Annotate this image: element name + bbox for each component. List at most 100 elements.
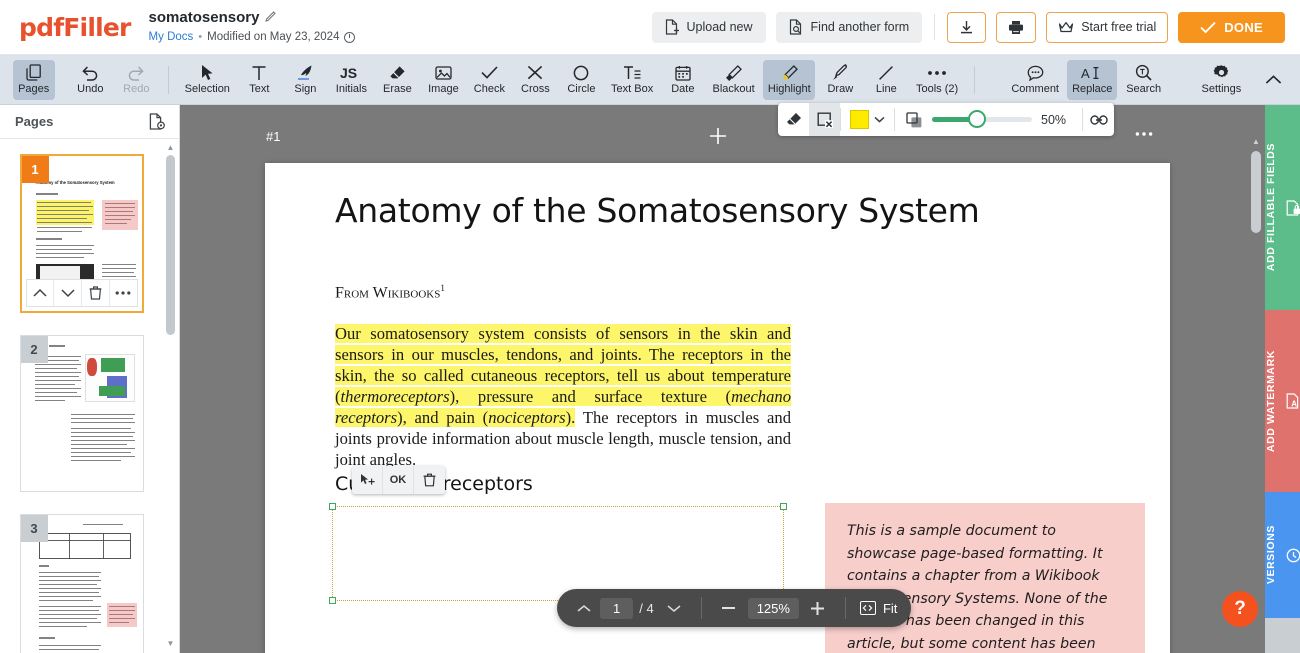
tool-label: Check [473,83,505,95]
download-button[interactable] [947,11,987,43]
tool-replace[interactable]: A Replace [1067,59,1118,100]
rail-tab-label: ADD FILLABLE FIELDS [1264,143,1277,272]
upload-new-button[interactable]: Upload new [651,11,766,43]
scrollbar-thumb[interactable] [1251,151,1261,233]
tool-undo[interactable]: Undo [69,60,111,100]
comment-icon [1027,64,1044,81]
page-thumbnail-1[interactable]: 1 Anatomy of the Somatosensory System [19,154,144,313]
confirm-annotation-button[interactable]: OK [383,466,414,494]
thumbnail-controls [25,279,138,307]
textbox-icon [623,64,641,81]
toolbar-collapse-button[interactable] [1252,60,1294,100]
resize-handle-top-left[interactable] [329,503,336,510]
sample-note-box[interactable]: This is a sample document to showcase pa… [825,503,1145,653]
chevron-up-icon[interactable] [571,595,597,621]
highlight-color-picker[interactable] [841,110,894,129]
pdffiller-logo[interactable]: pdfFiller [19,13,131,42]
rail-tab-add-watermark[interactable]: ADD WATERMARK A [1265,310,1300,492]
redo-icon [127,64,145,81]
viewer-scrollbar[interactable]: ▲ ▼ [1251,137,1261,653]
tool-highlight[interactable]: Highlight [763,59,816,100]
tool-selection[interactable]: Selection [180,60,234,100]
tool-text[interactable]: Text [238,60,280,100]
fit-button[interactable]: Fit [859,601,897,616]
rail-tab-add-fillable-fields[interactable]: ADD FILLABLE FIELDS [1265,105,1300,310]
tool-text-box[interactable]: Text Box [606,60,657,100]
total-pages-label: / 4 [639,600,654,616]
move-annotation-button[interactable] [352,466,383,494]
print-button[interactable] [996,11,1037,43]
slider-knob[interactable] [968,110,986,128]
pages-panel-title: Pages [15,114,54,129]
tool-circle[interactable]: Circle [560,60,602,100]
page-thumbnail-3[interactable]: 3 [19,514,144,653]
tool-pages[interactable]: Pages [12,59,55,100]
source-footnote: 1 [440,283,445,293]
replace-icon: A [1081,64,1103,81]
page-thumbnail-list[interactable]: 1 Anatomy of the Somatosensory System 2 … [0,140,163,653]
link-button[interactable] [1083,103,1114,136]
opacity-icon[interactable] [906,111,923,128]
add-page-button[interactable] [708,126,728,146]
move-up-icon[interactable] [27,280,55,306]
tool-label: Image [428,83,459,95]
help-button[interactable]: ? [1222,591,1258,627]
tool-erase[interactable]: Erase [376,60,418,100]
delete-annotation-button[interactable] [414,466,445,494]
document-page[interactable]: Anatomy of the Somatosensory System From… [265,163,1170,653]
tool-cross[interactable]: Cross [514,60,556,100]
zoom-section: 125% [702,589,845,627]
scroll-down-icon[interactable]: ▼ [166,637,175,649]
tool-label: Cross [521,83,550,95]
tool-comment[interactable]: Comment [1007,60,1063,100]
zoom-in-button[interactable] [805,595,831,621]
tool-line[interactable]: Line [865,60,907,100]
resize-handle-top-right[interactable] [780,503,787,510]
thumbnails-scrollbar[interactable]: ▲ ▼ [166,141,175,649]
history-clock-icon[interactable] [344,31,356,43]
document-modified: Modified on May 23, 2024 [207,31,340,44]
scroll-down-icon[interactable]: ▼ [1251,649,1261,653]
resize-handle-bottom-left[interactable] [329,597,336,604]
tool-label: Line [875,83,897,95]
zoom-out-button[interactable] [716,595,742,621]
move-down-icon[interactable] [54,280,82,306]
source-text: From Wikibooks [335,284,441,302]
tool-blackout[interactable]: Blackout [708,60,759,100]
tool-settings[interactable]: Settings [1197,60,1246,100]
page-more-button[interactable] [1135,131,1153,137]
eraser-button[interactable] [778,103,809,136]
tool-initials[interactable]: JS Initials [330,60,372,100]
tool-sign[interactable]: Sign [284,60,326,100]
watermark-icon: A [1286,393,1300,409]
tool-image[interactable]: Image [422,60,464,100]
clear-selection-button[interactable] [809,103,840,136]
italic-thermoreceptors: thermoreceptors [340,387,450,406]
tool-redo[interactable]: Redo [115,60,157,100]
scroll-up-icon[interactable]: ▲ [1251,135,1261,147]
start-free-trial-label: Start free trial [1081,20,1157,34]
done-button[interactable]: DONE [1178,11,1285,43]
delete-icon[interactable] [82,280,110,306]
chevron-down-icon[interactable] [661,595,687,621]
scrollbar-thumb[interactable] [166,155,175,335]
scroll-up-icon[interactable]: ▲ [166,141,175,153]
page-thumbnail-2[interactable]: 2 [19,335,144,492]
page-settings-icon[interactable] [149,113,165,130]
more-icon[interactable] [110,280,137,306]
rail-tab-versions[interactable]: VERSIONS [1265,492,1300,618]
tool-check[interactable]: Check [468,60,510,100]
tool-draw[interactable]: Draw [819,60,861,100]
edit-title-pencil-icon[interactable] [265,11,277,23]
find-another-form-button[interactable]: Find another form [775,11,923,43]
breadcrumb-my-docs[interactable]: My Docs [149,30,194,44]
rail-tab-label: VERSIONS [1264,525,1277,585]
tool-search[interactable]: Search [1121,60,1166,100]
opacity-slider[interactable] [932,110,1032,128]
tool-label: Comment [1011,83,1059,95]
start-free-trial-button[interactable]: Start free trial [1046,11,1169,43]
tool-date[interactable]: Date [662,60,704,100]
current-page-input[interactable]: 1 [600,597,634,619]
zoom-value[interactable]: 125% [747,597,799,619]
tool-more-tools[interactable]: Tools (2) [911,60,962,100]
